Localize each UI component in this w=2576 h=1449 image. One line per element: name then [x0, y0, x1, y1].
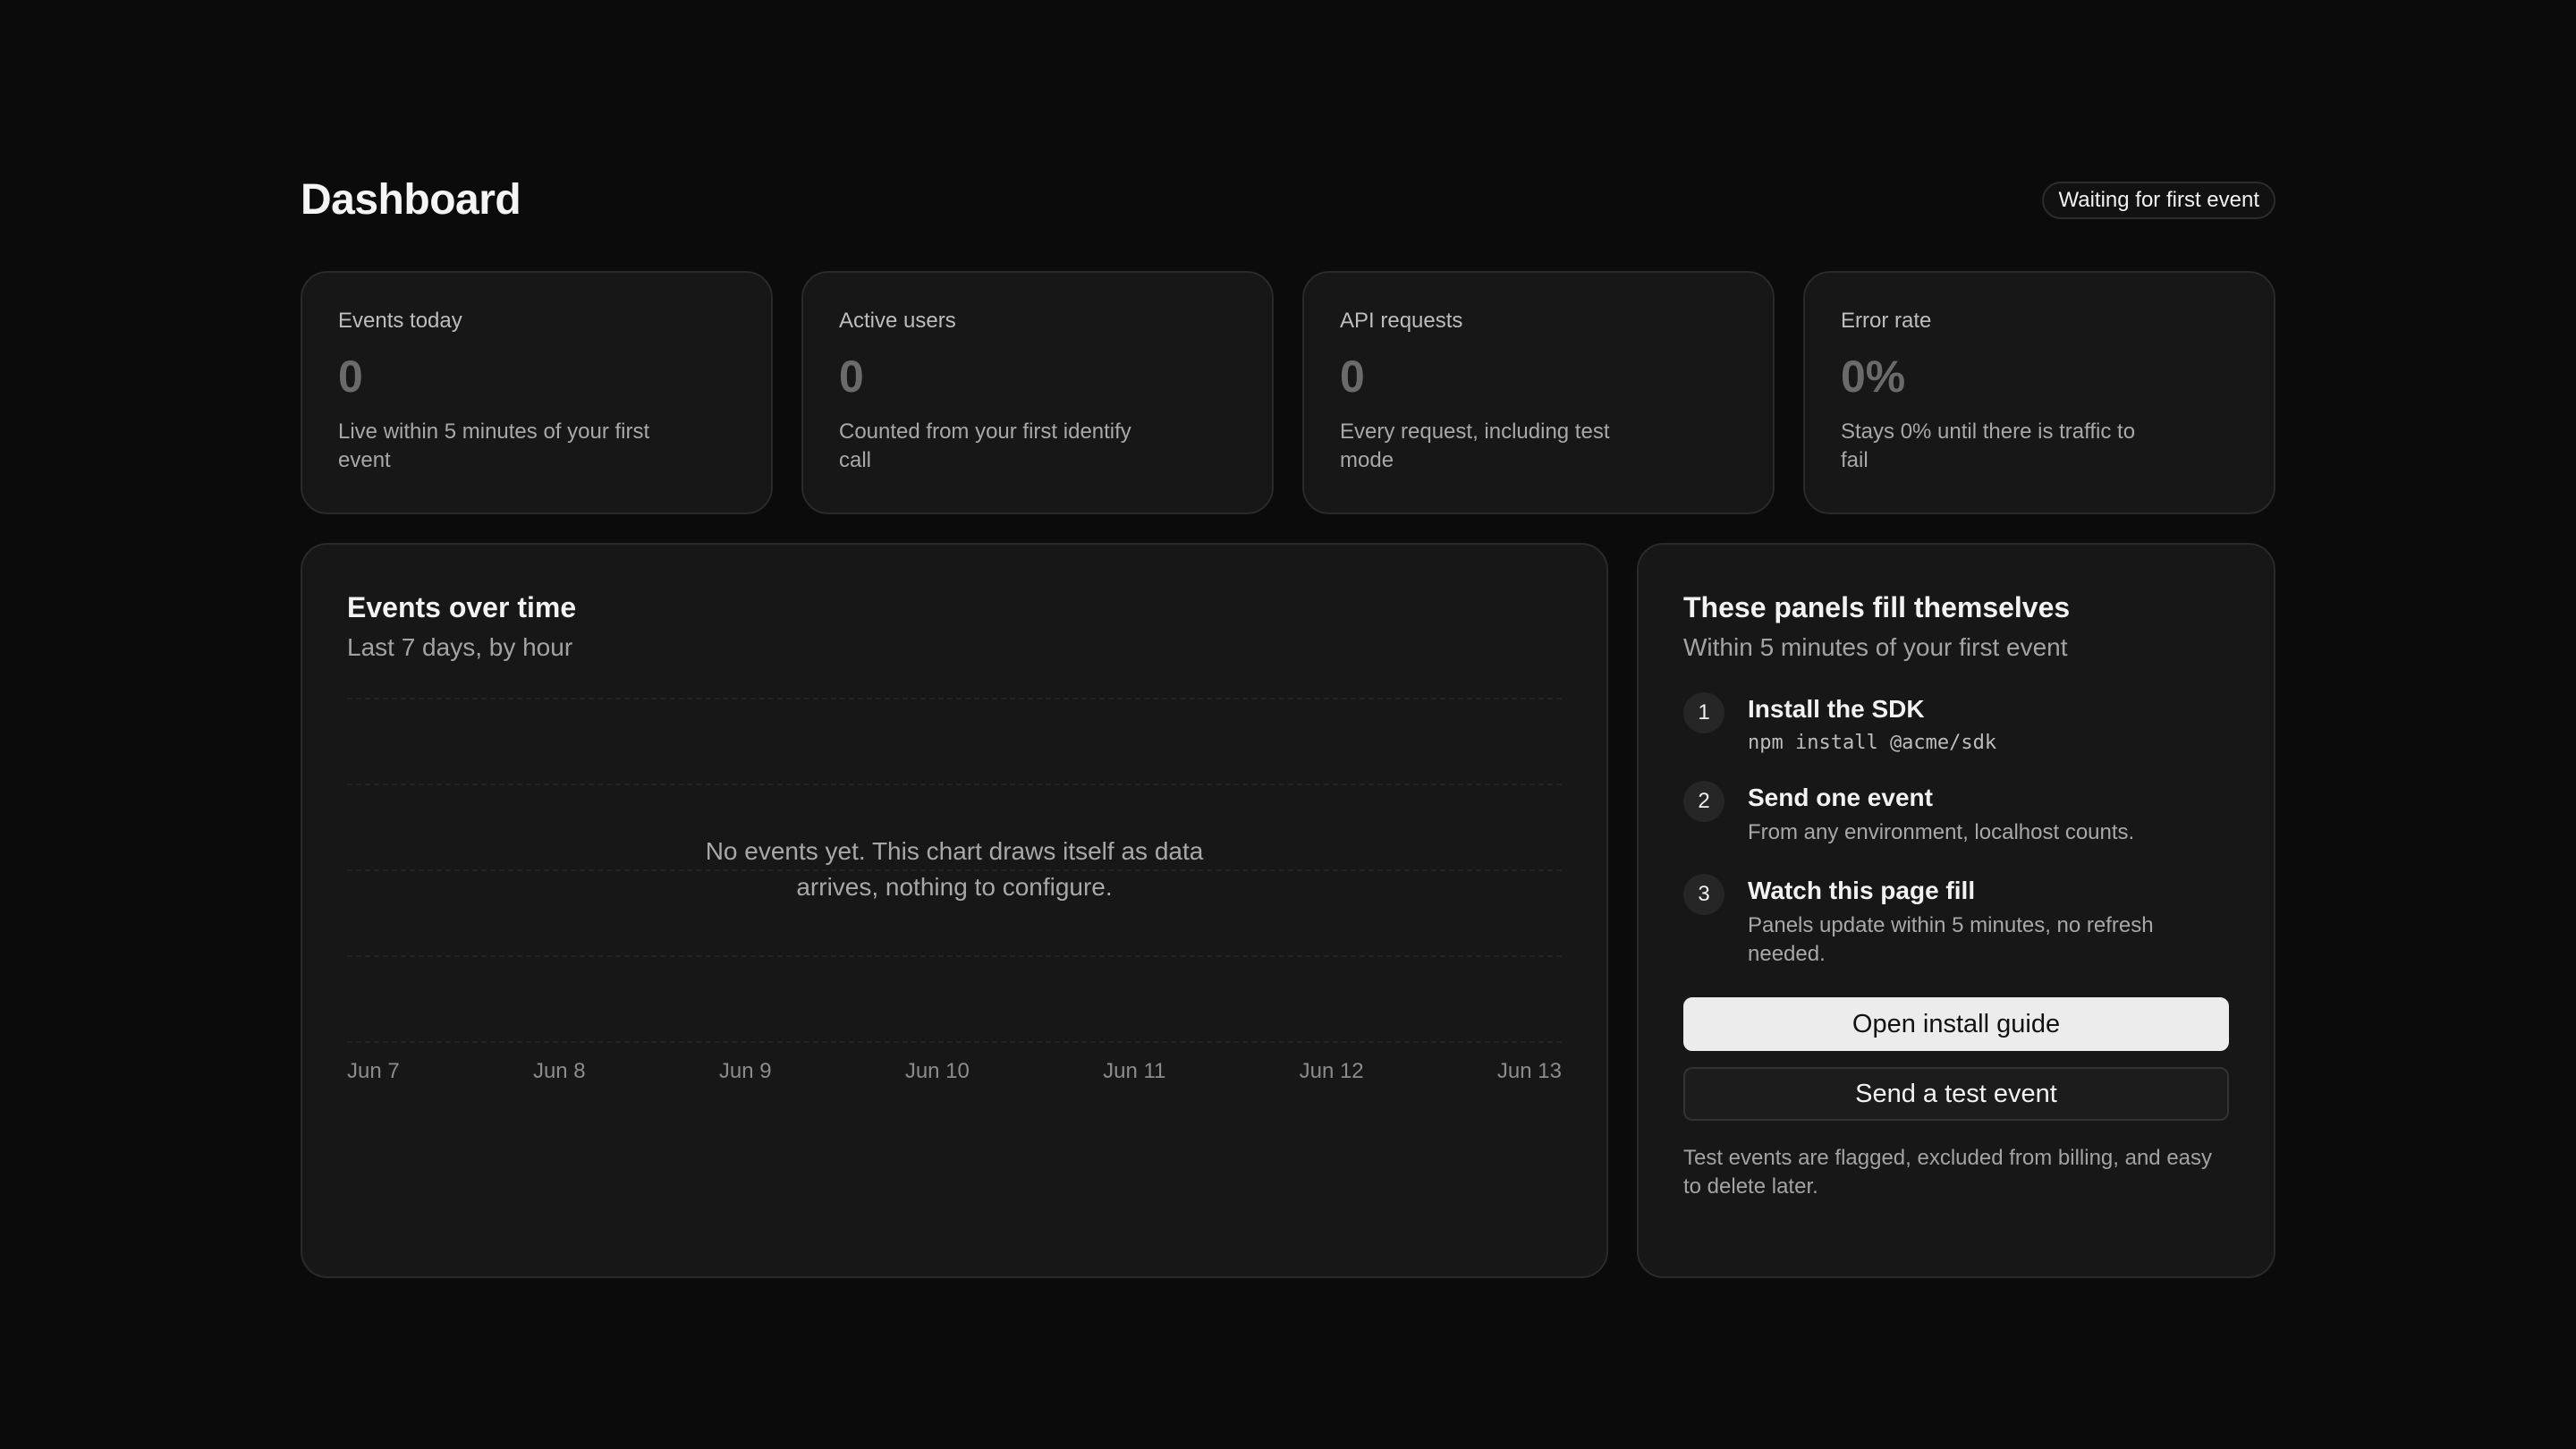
x-tick-label: Jun 8: [532, 1059, 586, 1083]
x-axis: Jun 7 Jun 8 Jun 9 Jun 10 Jun 11 Jun 12 J…: [347, 1059, 1562, 1084]
step-send-event: 2 Send one event From any environment, l…: [1683, 781, 2229, 847]
chart-title: Events over time: [347, 591, 577, 623]
setup-guide-panel: These panels fill themselves Within 5 mi…: [1637, 543, 2275, 1278]
test-events-footnote: Test events are flagged, excluded from b…: [1683, 1146, 2213, 1199]
step-description: From any environment, localhost counts.: [1748, 820, 2135, 844]
stat-label: Active users: [839, 309, 956, 333]
x-tick-label: Jun 11: [1103, 1059, 1166, 1083]
events-chart-panel: Events over time Last 7 days, by hour No…: [301, 543, 1608, 1278]
guide-subtitle: Within 5 minutes of your first event: [1683, 633, 2068, 661]
grid-line: [347, 698, 1562, 699]
stat-value: 0: [839, 352, 864, 402]
x-tick-label: Jun 9: [718, 1059, 772, 1083]
stat-value: 0%: [1841, 352, 1906, 402]
step-watch-page: 3 Watch this page fill Panels update wit…: [1683, 874, 2229, 969]
chart-plot-area: No events yet. This chart draws itself a…: [347, 698, 1562, 1043]
stat-label: API requests: [1340, 309, 1463, 333]
stat-card-error-rate: Error rate 0% Stays 0% until there is tr…: [1803, 271, 2275, 514]
lower-section: Events over time Last 7 days, by hour No…: [301, 543, 2275, 1278]
status-badge: Waiting for first event: [2042, 181, 2275, 219]
chart-empty-message: No events yet. This chart draws itself a…: [347, 834, 1562, 905]
stat-value: 0: [338, 352, 363, 402]
stat-description: Every request, including test mode: [1340, 419, 1610, 472]
step-number: 3: [1683, 874, 1724, 915]
step-title: Send one event: [1748, 784, 1933, 811]
step-number: 1: [1683, 692, 1724, 733]
x-tick-label: Jun 12: [1299, 1059, 1364, 1083]
open-install-guide-button[interactable]: Open install guide: [1683, 997, 2229, 1051]
x-tick-label: Jun 7: [347, 1059, 400, 1083]
page-title: Dashboard: [301, 176, 521, 224]
empty-message-line: arrives, nothing to configure.: [796, 873, 1113, 901]
step-install-sdk: 1 Install the SDK npm install @acme/sdk: [1683, 692, 2229, 754]
stat-description: Live within 5 minutes of your first even…: [338, 419, 650, 472]
send-test-event-button[interactable]: Send a test event: [1683, 1067, 2229, 1121]
step-description: Panels update within 5 minutes, no refre…: [1748, 913, 2154, 966]
x-tick-label: Jun 13: [1496, 1059, 1562, 1083]
stat-card-api-requests: API requests 0 Every request, including …: [1302, 271, 1775, 514]
step-code: npm install @acme/sdk: [1748, 732, 1997, 754]
steps-list: 1 Install the SDK npm install @acme/sdk …: [1683, 692, 2229, 969]
page-header: Dashboard Waiting for first event: [301, 175, 2275, 225]
stat-value: 0: [1340, 352, 1365, 402]
empty-message-line: No events yet. This chart draws itself a…: [705, 837, 1204, 865]
dashboard-page: Dashboard Waiting for first event Events…: [301, 175, 2275, 1278]
stat-label: Events today: [338, 309, 462, 333]
stat-description: Counted from your first identify call: [839, 419, 1131, 472]
stat-label: Error rate: [1841, 309, 1932, 333]
step-title: Install the SDK: [1748, 695, 1925, 723]
x-tick-label: Jun 10: [904, 1059, 970, 1083]
step-number: 2: [1683, 781, 1724, 822]
grid-line: [347, 784, 1562, 785]
stat-card-active-users: Active users 0 Counted from your first i…: [801, 271, 1274, 514]
stat-description: Stays 0% until there is traffic to fail: [1841, 419, 2136, 472]
stats-row: Events today 0 Live within 5 minutes of …: [301, 271, 2275, 514]
chart-subtitle: Last 7 days, by hour: [347, 633, 573, 661]
grid-line: [347, 955, 1562, 957]
grid-line: [347, 1041, 1562, 1043]
stat-card-events-today: Events today 0 Live within 5 minutes of …: [301, 271, 773, 514]
step-title: Watch this page fill: [1748, 877, 1976, 904]
guide-title: These panels fill themselves: [1683, 591, 2071, 623]
